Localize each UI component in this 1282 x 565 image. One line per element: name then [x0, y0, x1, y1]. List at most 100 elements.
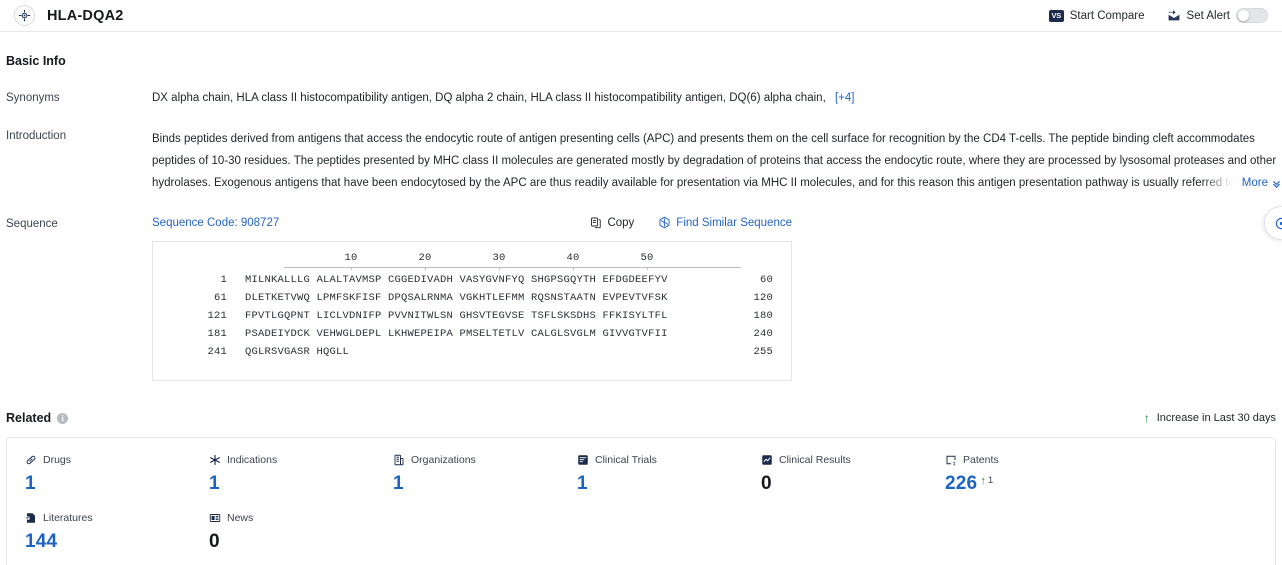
stat-label: Clinical Results: [779, 454, 851, 466]
stat-literatures[interactable]: Literatures 144: [25, 512, 209, 552]
stat-clinical-trials[interactable]: Clinical Trials 1: [577, 454, 761, 494]
stat-clinical-results[interactable]: Clinical Results 0: [761, 454, 945, 494]
sequence-line: 241 QGLRSVGASR HQGLL 255: [171, 346, 773, 364]
sequence-start-index: 1: [220, 274, 227, 286]
info-icon[interactable]: i: [57, 412, 69, 424]
stat-value-wrap: 226 ↑ 1: [945, 474, 1129, 494]
sequence-start-index: 61: [213, 292, 227, 304]
set-alert-toggle[interactable]: [1236, 8, 1268, 23]
synonym-item: DX alpha chain: [152, 92, 236, 104]
asterisk-icon: [209, 454, 221, 466]
stat-label: Literatures: [43, 512, 93, 524]
stat-head: Clinical Results: [761, 454, 945, 466]
sequence-start-index: 181: [207, 328, 227, 340]
chevron-down-double-icon: [1271, 178, 1282, 189]
synonyms-label: Synonyms: [6, 92, 60, 104]
stat-value-wrap: 144: [25, 532, 209, 552]
clinical-trial-icon: [577, 454, 589, 466]
introduction-more-button[interactable]: More: [1201, 172, 1282, 194]
stat-value: 0: [761, 473, 772, 494]
related-stats-card: Drugs 1 Indications 1 Organizations 1 Cl…: [6, 437, 1276, 565]
ruler-tick-label: 30: [492, 252, 506, 264]
copy-icon: [590, 216, 602, 229]
stat-head: Literatures: [25, 512, 209, 524]
ruler-tick-label: 20: [418, 252, 432, 264]
related-header: Related i ↑ Increase in Last 30 days: [0, 411, 1282, 425]
page-content: Basic Info Synonyms DX alpha chain HLA c…: [0, 54, 1282, 565]
stat-value-wrap: 1: [25, 474, 209, 494]
stat-indications[interactable]: Indications 1: [209, 454, 393, 494]
copy-button[interactable]: Copy: [590, 216, 634, 229]
stat-organizations[interactable]: Organizations 1: [393, 454, 577, 494]
page-title: HLA-DQA2: [47, 7, 124, 24]
stat-head: Drugs: [25, 454, 209, 466]
sequence-line: 181 PSADEIYDCK VEHWGLDEPL LKHWEPEIPA PMS…: [171, 328, 773, 346]
sequence-line: 121 FPVTLGQPNT LICLVDNIFP PVVNITWLSN GHS…: [171, 310, 773, 328]
find-similar-icon: [658, 216, 671, 229]
introduction-row: Introduction Binds peptides derived from…: [0, 128, 1282, 194]
arrow-up-icon: ↑: [980, 475, 986, 487]
alert-icon: [1167, 9, 1181, 22]
sequence-actions: Copy Find Similar Sequence: [590, 216, 1282, 229]
stat-value-wrap: 0: [761, 474, 945, 494]
sequence-residues: DLETKETVWQ LPMFSKFISF DPQSALRNMA VGKHTLE…: [245, 292, 668, 304]
stat-news[interactable]: News 0: [209, 512, 393, 552]
stat-value: 1: [577, 473, 588, 494]
start-compare-button[interactable]: VS Start Compare: [1048, 9, 1145, 22]
sequence-end-index: 240: [753, 328, 773, 340]
stat-head: Patents: [945, 454, 1129, 466]
stat-label: Indications: [227, 454, 278, 466]
stat-head: Indications: [209, 454, 393, 466]
app-header: HLA-DQA2 VS Start Compare Set Alert: [0, 0, 1282, 32]
ruler-tick-mark: [647, 267, 648, 270]
sequence-label: Sequence: [6, 218, 58, 230]
stat-head: Clinical Trials: [577, 454, 761, 466]
patent-icon: [945, 454, 957, 466]
sequence-residues: MILNKALLLG ALALTAVMSP CGGEDIVADH VASYGVN…: [245, 274, 668, 286]
sequence-line: 1 MILNKALLLG ALALTAVMSP CGGEDIVADH VASYG…: [171, 274, 773, 292]
stat-head: Organizations: [393, 454, 577, 466]
sequence-end-index: 120: [753, 292, 773, 304]
sequence-code-link[interactable]: Sequence Code: 908727: [152, 217, 279, 229]
introduction-text: Binds peptides derived from antigens tha…: [152, 133, 1277, 189]
sequence-viewer[interactable]: 10 20 30 40 50 1 MILNKALLLG ALALTAVMSP C…: [152, 241, 792, 381]
stat-value: 144: [25, 531, 58, 552]
copy-label: Copy: [607, 216, 635, 229]
ruler-tick-mark: [425, 267, 426, 270]
sequence-end-index: 60: [759, 274, 773, 286]
related-heading: Related: [6, 411, 52, 425]
stat-value-wrap: 0: [209, 532, 393, 552]
find-similar-sequence-button[interactable]: Find Similar Sequence: [658, 216, 792, 229]
sequence-header: Sequence Code: 908727 Copy Find Similar …: [152, 216, 1282, 229]
stat-head: News: [209, 512, 393, 524]
sequence-end-index: 255: [753, 346, 773, 358]
ruler-tick-mark: [573, 267, 574, 270]
set-alert-control[interactable]: Set Alert: [1167, 8, 1268, 23]
ruler-tick-mark: [499, 267, 500, 270]
header-actions: VS Start Compare Set Alert: [1048, 8, 1274, 23]
sequence-residues: QGLRSVGASR HQGLL: [245, 346, 350, 358]
ruler-tick-label: 50: [640, 252, 654, 264]
introduction-label: Introduction: [6, 130, 67, 142]
stat-value: 1: [209, 473, 220, 494]
synonyms-row: Synonyms DX alpha chain HLA class II his…: [0, 90, 1282, 106]
stat-label: Clinical Trials: [595, 454, 657, 466]
stat-value-wrap: 1: [393, 474, 577, 494]
clinical-result-icon: [761, 454, 773, 466]
increase-legend: ↑ Increase in Last 30 days: [1144, 412, 1276, 424]
stat-drugs[interactable]: Drugs 1: [25, 454, 209, 494]
stat-patents[interactable]: Patents 226 ↑ 1: [945, 454, 1129, 494]
start-compare-label: Start Compare: [1069, 9, 1145, 22]
building-icon: [393, 454, 405, 466]
vs-icon: VS: [1048, 9, 1064, 22]
toggle-knob: [1238, 10, 1249, 21]
stat-value-wrap: 1: [209, 474, 393, 494]
synonyms-value: DX alpha chain HLA class II histocompati…: [152, 90, 1282, 106]
sequence-body: Sequence Code: 908727 Copy Find Similar …: [152, 216, 1282, 381]
news-icon: [209, 512, 221, 524]
introduction-value: Binds peptides derived from antigens tha…: [152, 128, 1282, 194]
sequence-residues: PSADEIYDCK VEHWGLDEPL LKHWEPEIPA PMSELTE…: [245, 328, 668, 340]
synonyms-more-link[interactable]: [+4]: [835, 92, 855, 104]
stat-value: 0: [209, 531, 220, 552]
sequence-line: 61 DLETKETVWQ LPMFSKFISF DPQSALRNMA VGKH…: [171, 292, 773, 310]
